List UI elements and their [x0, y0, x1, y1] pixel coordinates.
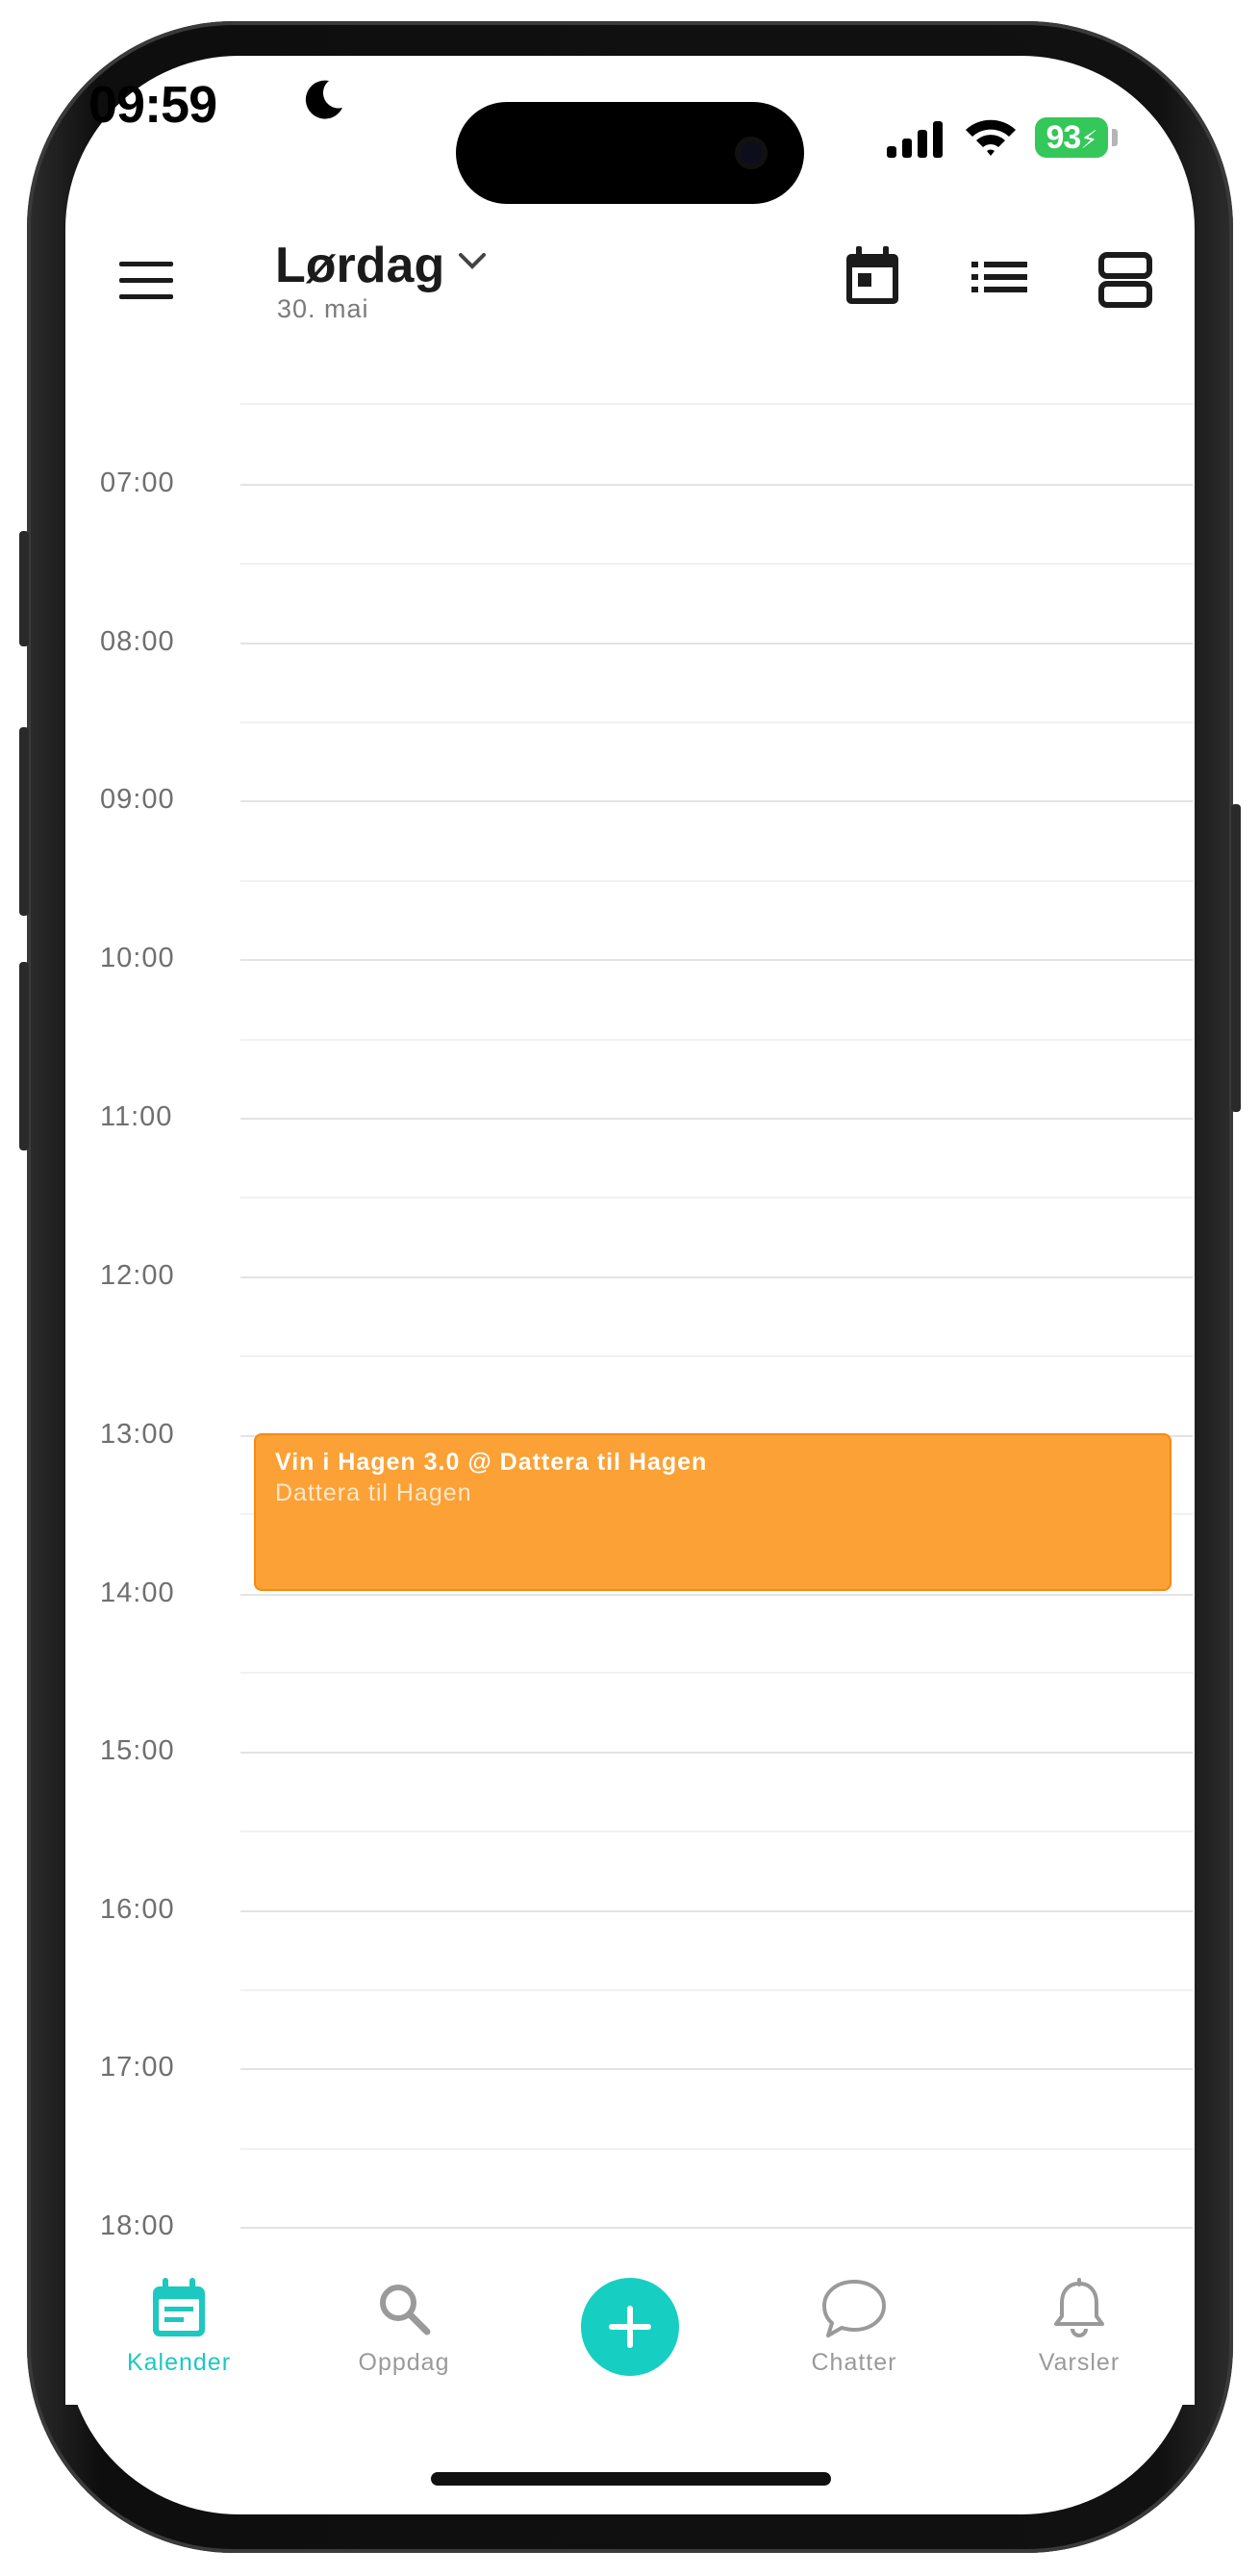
dynamic-island [456, 102, 804, 204]
half-hour-line [240, 2148, 1193, 2150]
chat-bubble-icon [822, 2280, 886, 2337]
half-hour-line [240, 1039, 1193, 1041]
half-hour-line [240, 1831, 1193, 1832]
hour-label: 15:00 [100, 1735, 175, 1766]
screen-surface [65, 56, 1195, 2514]
date-subtitle: 30. mai [277, 294, 369, 323]
hour-label: 12:00 [100, 1260, 175, 1291]
tab-varsler[interactable]: Varsler [993, 2278, 1166, 2377]
moon-icon [305, 80, 342, 119]
search-icon [380, 2285, 431, 2336]
tab-label: Varsler [1038, 2349, 1121, 2376]
hour-label: 14:00 [100, 1578, 175, 1608]
action-button [19, 531, 29, 646]
hour-line [240, 1910, 1193, 1912]
tab-label: Kalender [126, 2349, 232, 2376]
tab-label: Oppdag [358, 2349, 450, 2376]
hour-label: 11:00 [100, 1101, 173, 1132]
tab-label: Chatter [811, 2349, 897, 2376]
hour-label: 10:00 [100, 943, 175, 973]
wifi-icon [966, 119, 1016, 156]
list-view-icon[interactable] [971, 262, 1027, 292]
tab-chatter[interactable]: Chatter [768, 2278, 941, 2377]
add-event-button[interactable] [581, 2278, 679, 2376]
hour-line [240, 1276, 1193, 1278]
hour-label: 08:00 [100, 626, 175, 657]
hour-line [240, 800, 1193, 802]
hour-label: 17:00 [100, 2052, 175, 2083]
calendar-icon [153, 2278, 205, 2336]
status-time: 09:59 [88, 76, 217, 134]
screen: 09:59 93⚡ Lørdag 30. mai 07:00 08:00 09:… [0, 0, 1260, 2576]
hour-line [240, 959, 1193, 961]
half-hour-line [240, 880, 1193, 882]
battery-indicator: 93⚡ [1035, 117, 1108, 158]
event-location: Dattera til Hagen [275, 1479, 472, 1506]
tab-oppdag[interactable]: Oppdag [317, 2278, 491, 2377]
half-hour-line [240, 721, 1193, 723]
hour-line [240, 2227, 1193, 2229]
volume-down-button [19, 962, 29, 1150]
chevron-down-icon[interactable] [458, 252, 487, 271]
battery-tip [1112, 129, 1118, 146]
bell-icon [1054, 2278, 1104, 2337]
hour-label: 07:00 [100, 467, 175, 498]
day-title[interactable]: Lørdag [275, 237, 444, 294]
hour-line [240, 1594, 1193, 1596]
hamburger-menu-icon[interactable] [119, 262, 173, 300]
hour-line [240, 484, 1193, 486]
event-title: Vin i Hagen 3.0 @ Dattera til Hagen [275, 1449, 708, 1476]
half-hour-line [240, 563, 1193, 565]
hour-label: 13:00 [100, 1419, 175, 1450]
calendar-event[interactable]: Vin i Hagen 3.0 @ Dattera til Hagen Datt… [254, 1433, 1172, 1591]
hour-line [240, 2068, 1193, 2070]
hour-line [240, 1118, 1193, 1120]
half-hour-line [240, 1989, 1193, 1991]
hour-line [240, 1752, 1193, 1754]
agenda-view-icon[interactable] [1098, 252, 1152, 308]
calendar-day-icon[interactable] [844, 246, 900, 306]
home-indicator[interactable] [431, 2472, 831, 2486]
half-hour-line [240, 1197, 1193, 1199]
hour-label: 09:00 [100, 784, 175, 815]
half-hour-line [240, 403, 1193, 405]
cellular-signal-icon [887, 121, 943, 158]
tab-kalender[interactable]: Kalender [92, 2278, 265, 2377]
power-button [1231, 804, 1241, 1112]
device-frame [27, 21, 1233, 2553]
volume-up-button [19, 727, 29, 916]
half-hour-line [240, 1672, 1193, 1674]
plus-icon [609, 2306, 651, 2348]
hour-label: 18:00 [100, 2210, 175, 2241]
half-hour-line [240, 1355, 1193, 1357]
hour-label: 16:00 [100, 1894, 175, 1925]
hour-line [240, 643, 1193, 644]
battery-level: 93 [1046, 119, 1081, 156]
